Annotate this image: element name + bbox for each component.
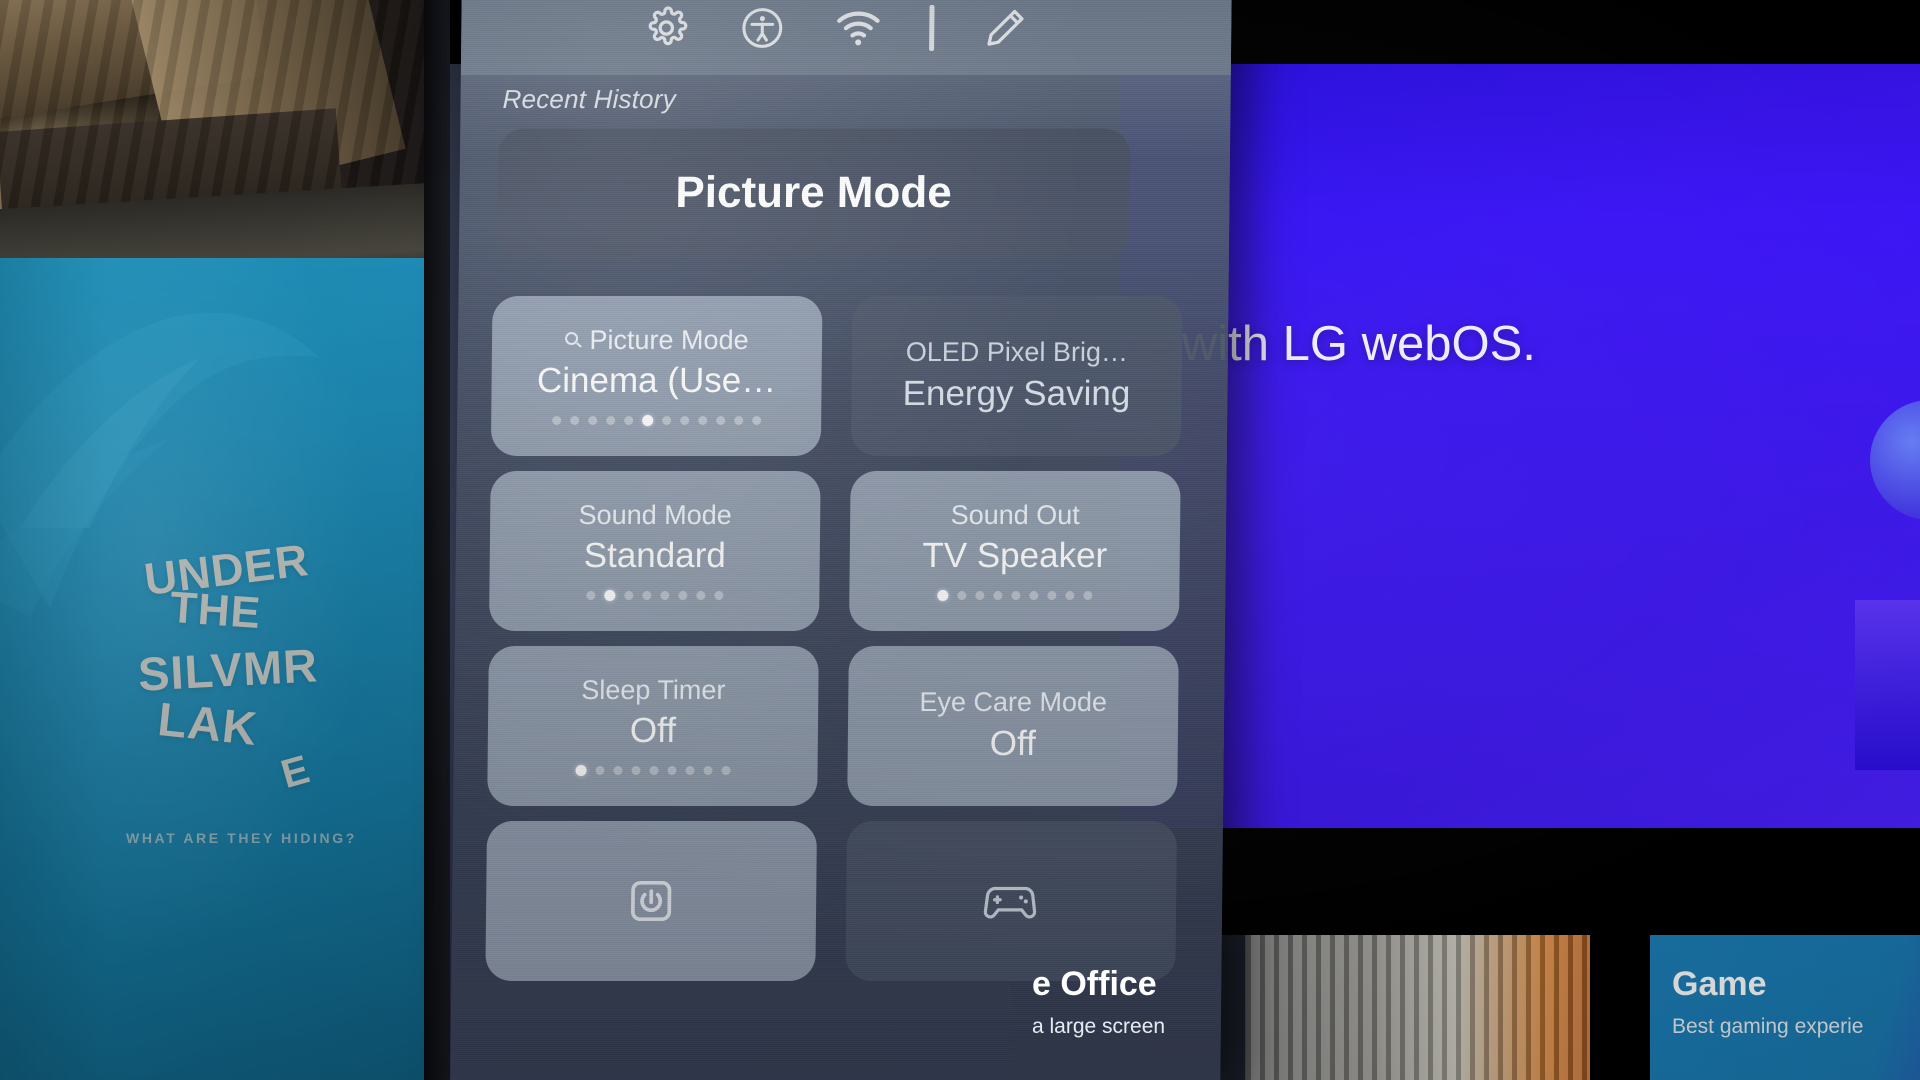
tile-eye-care-mode[interactable]: Eye Care Mode Off [847, 646, 1179, 806]
wood-beam-secondary [124, 0, 406, 205]
tile-game-optimizer[interactable] [845, 821, 1178, 981]
tile-oled-label-wrap: OLED Pixel Brig… [905, 337, 1129, 368]
game-card[interactable]: Game Best gaming experie [1650, 935, 1920, 1080]
tile-oled-pixel-brightness-value: Energy Saving [902, 373, 1131, 413]
tile-sleep-timer-value: Off [629, 711, 677, 751]
pagination-dot [1046, 591, 1056, 601]
movie-poster: UNDER THE SILVMR LAK E WHAT ARE THEY HID… [0, 258, 432, 1080]
tile-sound-mode[interactable]: Sound Mode Standard [488, 471, 821, 631]
pagination-dot [594, 766, 605, 776]
tile-eye-care-mode-label: Eye Care Mode [919, 687, 1108, 718]
tile-sound-out-dots[interactable] [936, 590, 1092, 602]
header-divider [929, 4, 935, 51]
home-office-card-title: e Office [1032, 965, 1157, 1003]
pagination-dot [751, 416, 761, 426]
pagination-dot [1082, 591, 1092, 601]
tile-picture-mode-label-wrap: Picture Mode [565, 324, 749, 356]
pagination-dot [1010, 591, 1020, 601]
tile-sound-mode-value: Standard [583, 536, 727, 576]
pagination-dot [603, 590, 615, 602]
hero-banner [1120, 62, 1920, 832]
home-office-card-subtitle: a large screen [1032, 1015, 1166, 1038]
tile-sleep-timer[interactable]: Sleep Timer Off [487, 646, 819, 806]
pagination-dot [612, 766, 623, 776]
pagination-dot [713, 591, 723, 601]
search-icon [565, 332, 583, 349]
quick-settings-header [460, 0, 1232, 75]
pagination-dot [630, 766, 641, 776]
tile-power[interactable] [485, 821, 818, 981]
tile-picture-mode-dots[interactable] [551, 415, 761, 427]
pagination-dot [720, 766, 731, 776]
pagination-dot [684, 766, 695, 776]
quick-settings-icon-row [641, 0, 1202, 65]
pagination-dot [974, 591, 984, 601]
pagination-dot [992, 591, 1002, 601]
pagination-dot [641, 415, 653, 427]
game-card-title: Game [1672, 965, 1767, 1003]
tile-sound-out[interactable]: Sound Out TV Speaker [848, 471, 1181, 631]
tile-row: Sound Mode Standard Sound Out TV Speaker [488, 471, 1191, 646]
hero-strip [1855, 600, 1920, 770]
pagination-dot [641, 591, 651, 601]
tile-sound-out-label: Sound Out [950, 499, 1080, 530]
recent-history-item-picture-mode[interactable]: Picture Mode [496, 128, 1131, 258]
screenshot-root: UNDER THE SILVMR LAK E WHAT ARE THEY HID… [0, 0, 1920, 1080]
pagination-dot [605, 416, 615, 426]
tile-sound-out-label-wrap: Sound Out [950, 499, 1080, 531]
quick-settings-panel: Recent History Picture Mode Picture Mode… [450, 0, 1232, 1080]
wood-beam [0, 0, 269, 123]
pagination-dot [661, 416, 671, 426]
pagination-dot [677, 591, 687, 601]
card-gap [1590, 935, 1652, 1080]
pagination-dot [936, 590, 948, 602]
tile-row: Sleep Timer Off Eye Care Mode Off [487, 646, 1189, 821]
tile-eye-care-mode-label-wrap: Eye Care Mode [919, 687, 1108, 718]
pagination-dot [697, 416, 707, 426]
tile-row: Picture Mode Cinema (Use… OLED Pixel Bri… [490, 296, 1193, 471]
pencil-icon[interactable] [980, 3, 1031, 53]
gear-icon[interactable] [641, 3, 692, 53]
pagination-dot [648, 766, 659, 776]
pagination-dot [733, 416, 743, 426]
tile-sleep-timer-label: Sleep Timer [581, 674, 726, 705]
tile-picture-mode-label: Picture Mode [589, 324, 749, 355]
wifi-icon[interactable] [833, 3, 884, 53]
tile-sound-mode-label-wrap: Sound Mode [578, 499, 732, 531]
recent-history-item-label: Picture Mode [675, 168, 952, 217]
pagination-dot [569, 416, 579, 426]
pagination-dot [715, 416, 725, 426]
pagination-dot [623, 416, 633, 426]
tile-sound-mode-label: Sound Mode [578, 499, 732, 530]
accessibility-icon[interactable] [737, 3, 788, 53]
tile-picture-mode[interactable]: Picture Mode Cinema (Use… [490, 296, 823, 456]
pagination-dot [585, 591, 595, 601]
quick-settings-tile-grid: Picture Mode Cinema (Use… OLED Pixel Bri… [485, 296, 1192, 996]
pagination-dot [587, 416, 597, 426]
game-card-subtitle: Best gaming experie [1672, 1015, 1864, 1038]
pagination-dot [695, 591, 705, 601]
tile-oled-pixel-brightness[interactable]: OLED Pixel Brig… Energy Saving [850, 296, 1183, 456]
pagination-dot [956, 591, 966, 601]
game-controller-icon [983, 886, 1037, 919]
tile-sound-mode-dots[interactable] [585, 590, 723, 602]
pagination-dot [659, 591, 669, 601]
tile-sound-out-value: TV Speaker [922, 536, 1108, 576]
tile-eye-care-mode-value: Off [989, 723, 1037, 763]
pagination-dot [1064, 591, 1074, 601]
poster-vignette [0, 258, 432, 1080]
tile-sleep-timer-dots[interactable] [574, 765, 731, 777]
power-icon [631, 880, 672, 922]
tile-oled-pixel-brightness-label: OLED Pixel Brig… [905, 337, 1129, 368]
pagination-dot [666, 766, 677, 776]
recent-history-label: Recent History [502, 84, 677, 114]
pagination-dot [1028, 591, 1038, 601]
pagination-dot [679, 416, 689, 426]
pagination-dot [574, 765, 587, 777]
pagination-dot [551, 416, 561, 426]
pagination-dot [702, 766, 713, 776]
pagination-dot [623, 591, 633, 601]
tile-picture-mode-value: Cinema (Use… [536, 361, 777, 401]
tile-sleep-timer-label-wrap: Sleep Timer [581, 674, 726, 706]
